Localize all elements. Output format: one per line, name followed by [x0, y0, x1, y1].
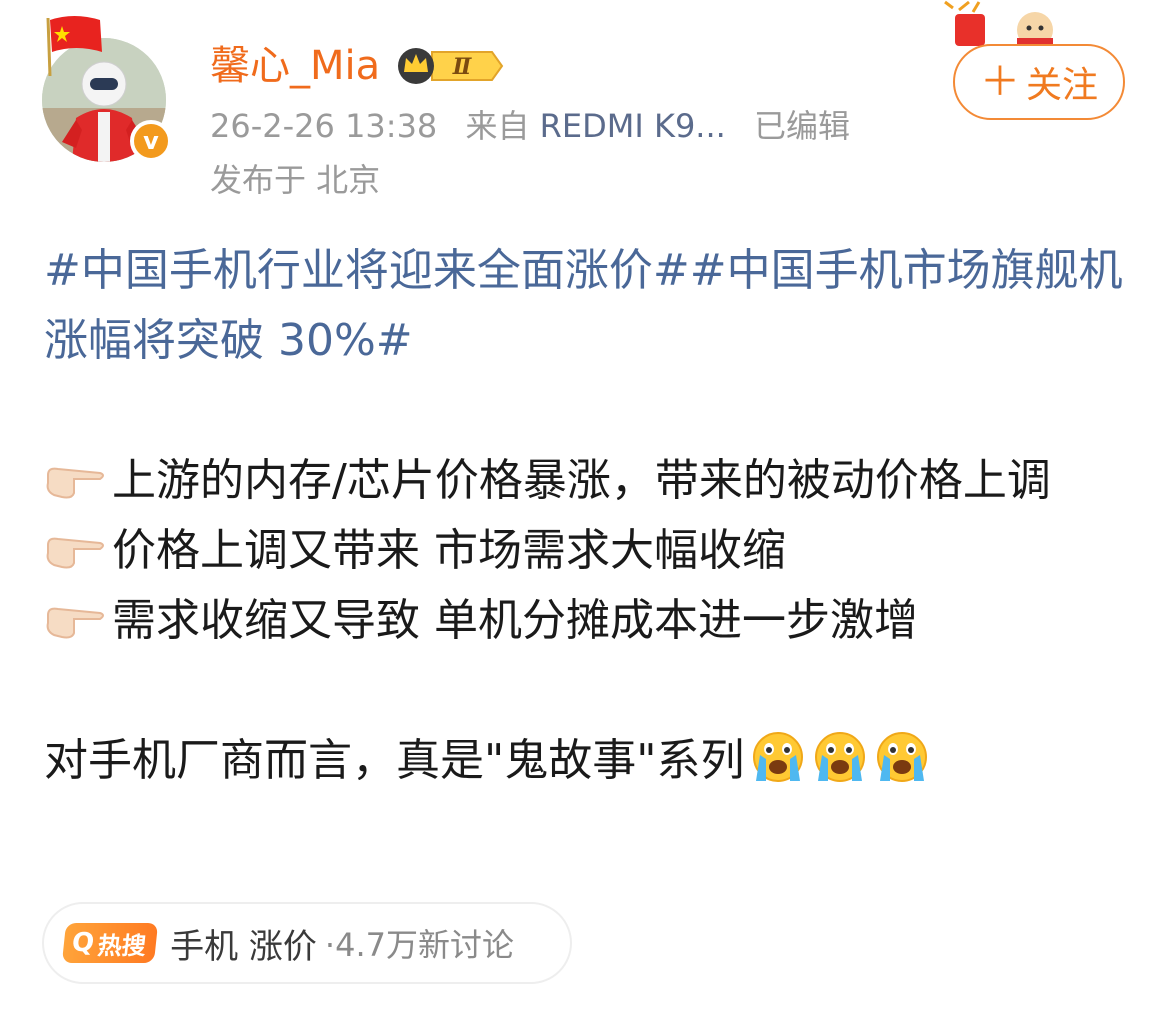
- hot-search-keywords: 手机 涨价: [170, 926, 317, 967]
- crying-face-emoji: [815, 732, 866, 782]
- pointing-hand-icon: [46, 467, 104, 499]
- post-time: 26-2-26 13:38: [210, 107, 438, 145]
- crying-face-emoji: [753, 732, 804, 782]
- china-flag-icon: [46, 16, 102, 77]
- plus-icon: ＋: [979, 59, 1020, 105]
- bullet-line: 价格上调又带来 市场需求大幅收缩: [44, 516, 1134, 586]
- pointing-hand-icon: [46, 607, 104, 639]
- topic-hashtags[interactable]: #中国手机行业将迎来全面涨价##中国手机市场旗舰机涨幅将突破 30%#: [44, 236, 1134, 376]
- vip-badge[interactable]: Ⅱ: [392, 46, 504, 86]
- pointing-hand-icon: [46, 537, 104, 569]
- festive-decoration-icon: [944, 0, 1053, 46]
- weibo-post: v 馨心_Mia Ⅱ 26-2-26 13:38 来自 REDMI K9... …: [0, 0, 1170, 1013]
- crying-face-emoji: [877, 732, 928, 782]
- name-row: 馨心_Mia Ⅱ: [210, 40, 504, 92]
- post-location: 发布于 北京: [210, 161, 381, 199]
- hot-search-label: 热搜: [96, 931, 148, 960]
- bullet-line: 上游的内存/芯片价格暴涨，带来的被动价格上调: [44, 446, 1134, 516]
- post-content: #中国手机行业将迎来全面涨价##中国手机市场旗舰机涨幅将突破 30%# 上游的内…: [44, 236, 1134, 796]
- bullet-text: 上游的内存/芯片价格暴涨，带来的被动价格上调: [112, 455, 1051, 506]
- source-prefix: 来自: [465, 107, 530, 145]
- closing-line: 对手机厂商而言，真是"鬼故事"系列: [44, 726, 1134, 796]
- hot-search-count: ·4.7万新讨论: [324, 926, 514, 964]
- bullet-text: 价格上调又带来 市场需求大幅收缩: [112, 525, 786, 576]
- search-icon: Q: [70, 928, 96, 958]
- edited-label[interactable]: 已编辑: [754, 107, 850, 145]
- follow-button[interactable]: ＋ 关注: [953, 44, 1125, 120]
- vip-level: Ⅱ: [452, 54, 473, 80]
- post-meta: 26-2-26 13:38 来自 REDMI K9... 已编辑: [210, 106, 850, 146]
- bullet-text: 需求收缩又导致 单机分摊成本进一步激增: [112, 595, 918, 646]
- hot-search-tag: Q 热搜: [61, 923, 159, 963]
- verified-badge: v: [130, 120, 172, 162]
- device-link[interactable]: REDMI K9...: [540, 107, 726, 145]
- bullet-line: 需求收缩又导致 单机分摊成本进一步激增: [44, 586, 1134, 656]
- closing-text: 对手机厂商而言，真是"鬼故事"系列: [44, 735, 745, 786]
- vip-crown-icon: Ⅱ: [398, 48, 504, 84]
- follow-label: 关注: [1025, 65, 1098, 106]
- avatar-group[interactable]: v: [40, 10, 175, 162]
- username[interactable]: 馨心_Mia: [210, 40, 380, 92]
- hot-search-pill[interactable]: Q 热搜 手机 涨价 ·4.7万新讨论: [42, 902, 572, 984]
